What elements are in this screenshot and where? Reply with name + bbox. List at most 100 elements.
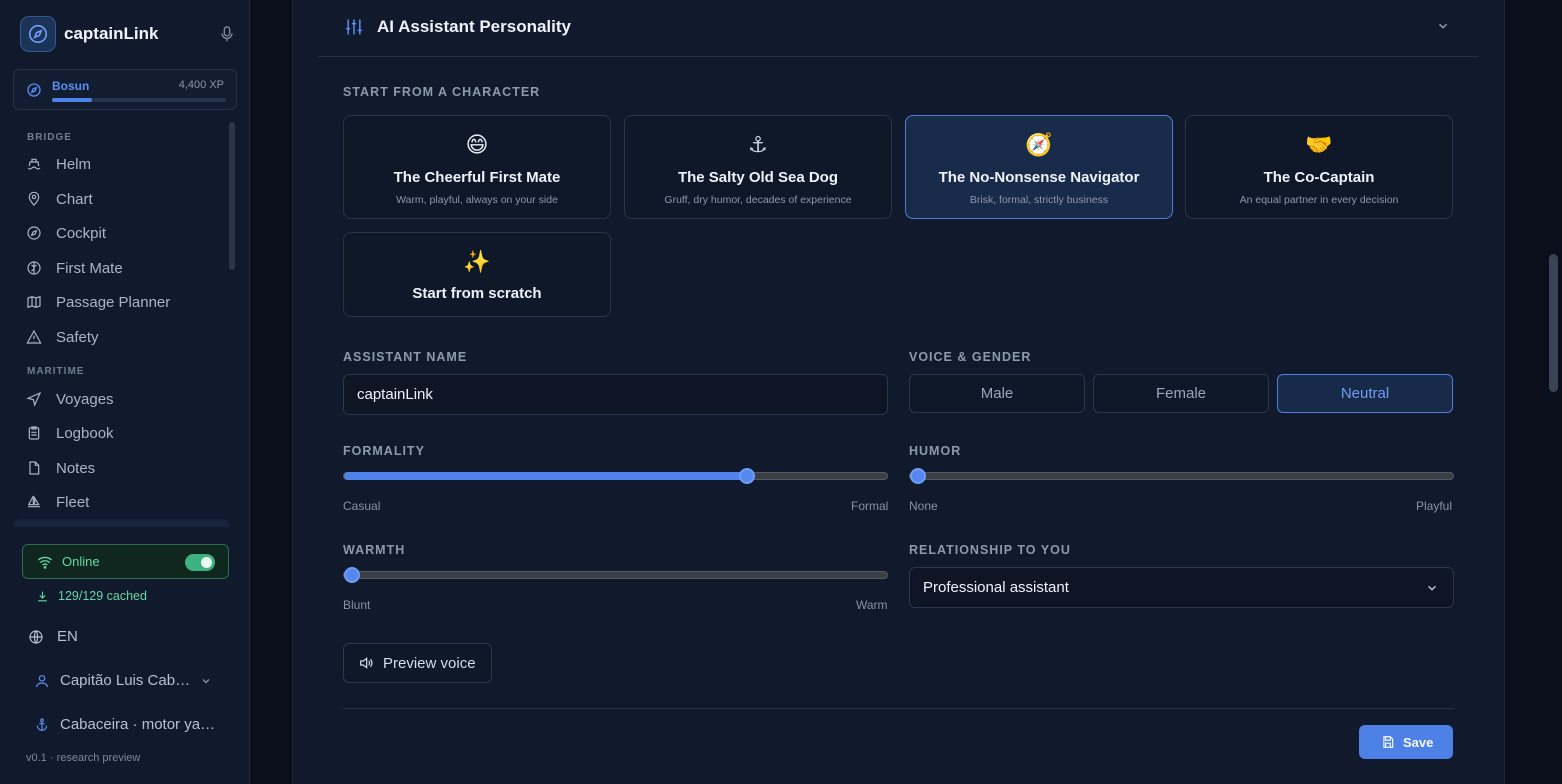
voice-option-female[interactable]: Female bbox=[1093, 374, 1269, 413]
user-icon bbox=[36, 674, 48, 687]
sidebar-nav: BRIDGE Helm Chart Cockpit First Mate Pas… bbox=[0, 122, 236, 526]
save-label: Save bbox=[1403, 734, 1434, 750]
sidebar-scrollbar[interactable] bbox=[229, 122, 235, 270]
online-toggle[interactable] bbox=[185, 554, 215, 571]
formality-label: FORMALITY bbox=[343, 444, 425, 458]
handshake-emoji-icon: 🤝 bbox=[1305, 132, 1333, 157]
character-card-cheerful-first-mate[interactable]: 😄 The Cheerful First Mate Warm, playful,… bbox=[343, 115, 611, 219]
slider-thumb[interactable] bbox=[910, 468, 926, 484]
save-icon bbox=[1383, 736, 1394, 748]
microphone-icon[interactable] bbox=[218, 25, 236, 43]
sidebar-item-voyages[interactable]: Voyages bbox=[20, 383, 226, 415]
character-card-salty-old-sea-dog[interactable]: ⚓ The Salty Old Sea Dog Gruff, dry humor… bbox=[624, 115, 892, 219]
warmth-min-label: Blunt bbox=[343, 598, 371, 612]
clipboard-icon bbox=[28, 426, 40, 440]
map-icon bbox=[27, 295, 41, 309]
character-title: The Cheerful First Mate bbox=[393, 169, 561, 186]
character-title: The Co-Captain bbox=[1263, 169, 1375, 186]
user-menu[interactable]: Capitão Luis Cabaceira bbox=[34, 672, 224, 689]
warmth-slider[interactable] bbox=[343, 567, 888, 583]
cache-status: 129/129 cached bbox=[36, 589, 147, 603]
character-card-co-captain[interactable]: 🤝 The Co-Captain An equal partner in eve… bbox=[1185, 115, 1453, 219]
warmth-max-label: Warm bbox=[856, 598, 888, 612]
sidebar-item-chart[interactable]: Chart bbox=[20, 183, 226, 215]
section-label-bridge: BRIDGE bbox=[27, 132, 72, 143]
character-card-no-nonsense-navigator[interactable]: 🧭 The No-Nonsense Navigator Brisk, forma… bbox=[905, 115, 1173, 219]
character-card-start-from-scratch[interactable]: ✨ Start from scratch bbox=[343, 232, 611, 317]
navigation-icon bbox=[26, 391, 42, 407]
divider bbox=[343, 708, 1454, 709]
compass-logo-icon bbox=[20, 16, 56, 52]
compass-icon bbox=[27, 226, 41, 240]
relationship-value: Professional assistant bbox=[923, 579, 1069, 596]
ship-wheel-icon bbox=[27, 158, 41, 170]
sidebar-item-cockpit[interactable]: Cockpit bbox=[20, 217, 226, 249]
panel-header[interactable]: AI Assistant Personality bbox=[318, 0, 1478, 57]
sparkles-emoji-icon: ✨ bbox=[463, 249, 491, 274]
file-icon bbox=[29, 461, 40, 475]
rank-card[interactable]: Bosun 4,400 XP bbox=[13, 69, 237, 110]
sidebar-item-first-mate[interactable]: First Mate bbox=[20, 252, 226, 284]
preview-voice-button[interactable]: Preview voice bbox=[343, 643, 492, 683]
sidebar-item-fleet[interactable]: Fleet bbox=[20, 486, 226, 518]
online-label: Online bbox=[62, 554, 100, 569]
map-pin-icon bbox=[28, 191, 40, 206]
rank-xp: 4,400 XP bbox=[178, 79, 224, 91]
humor-slider[interactable] bbox=[909, 468, 1454, 484]
character-title: The Salty Old Sea Dog bbox=[677, 169, 839, 186]
chevron-down-icon[interactable] bbox=[1436, 19, 1450, 33]
slider-thumb[interactable] bbox=[344, 567, 360, 583]
sidebar-item-partial bbox=[14, 519, 229, 527]
relationship-label: RELATIONSHIP TO YOU bbox=[909, 543, 1071, 557]
vessel-selector[interactable]: Cabaceira · motor yacht bbox=[34, 716, 224, 733]
chevron-down-icon bbox=[1428, 585, 1436, 591]
panel-title: AI Assistant Personality bbox=[377, 17, 571, 36]
language-label: EN bbox=[57, 628, 78, 645]
relationship-select[interactable]: Professional assistant bbox=[909, 567, 1454, 608]
vessel-name: Cabaceira · motor yacht bbox=[60, 716, 218, 733]
sidebar: captainLink Bosun 4,400 XP BRIDGE Helm C… bbox=[0, 0, 250, 784]
character-subtitle: An equal partner in every decision bbox=[1239, 194, 1399, 206]
rank-name: Bosun bbox=[52, 79, 90, 93]
assistant-name-label: ASSISTANT NAME bbox=[343, 350, 468, 364]
character-section-label: START FROM A CHARACTER bbox=[343, 85, 541, 99]
sailboat-icon bbox=[27, 495, 40, 508]
compass-icon bbox=[27, 83, 41, 97]
sidebar-item-logbook[interactable]: Logbook bbox=[20, 417, 226, 449]
preview-voice-label: Preview voice bbox=[383, 654, 476, 672]
sidebar-item-safety[interactable]: Safety bbox=[20, 321, 226, 353]
voice-option-male[interactable]: Male bbox=[909, 374, 1085, 413]
brain-icon bbox=[27, 261, 41, 275]
sidebar-item-passage-planner[interactable]: Passage Planner bbox=[20, 286, 226, 318]
user-name: Capitão Luis Cabaceira bbox=[60, 672, 192, 689]
save-button[interactable]: Save bbox=[1359, 725, 1453, 759]
formality-max-label: Formal bbox=[851, 499, 889, 513]
humor-max-label: Playful bbox=[1416, 499, 1453, 513]
assistant-name-input[interactable]: captainLink bbox=[343, 374, 888, 415]
sliders-icon bbox=[346, 19, 362, 35]
character-title: The No-Nonsense Navigator bbox=[938, 169, 1140, 186]
brand: captainLink bbox=[20, 16, 236, 52]
version-label: v0.1 · research preview bbox=[26, 752, 141, 764]
formality-slider[interactable] bbox=[343, 468, 888, 484]
online-status: Online bbox=[22, 544, 229, 579]
character-subtitle: Brisk, formal, strictly business bbox=[969, 194, 1109, 206]
smile-emoji-icon: 😄 bbox=[465, 132, 489, 157]
sidebar-item-helm[interactable]: Helm bbox=[20, 148, 226, 180]
download-icon bbox=[38, 591, 47, 601]
character-subtitle: Warm, playful, always on your side bbox=[396, 194, 558, 206]
app-name: captainLink bbox=[64, 24, 159, 43]
language-selector[interactable]: EN bbox=[28, 628, 78, 645]
page-scrollbar[interactable] bbox=[1549, 254, 1558, 392]
sidebar-item-notes[interactable]: Notes bbox=[20, 452, 226, 484]
anchor-emoji-icon: ⚓ bbox=[748, 132, 768, 157]
formality-min-label: Casual bbox=[343, 499, 381, 513]
compass-emoji-icon: 🧭 bbox=[1025, 132, 1053, 157]
warmth-label: WARMTH bbox=[343, 543, 406, 557]
voice-gender-label: VOICE & GENDER bbox=[909, 350, 1032, 364]
warning-icon bbox=[26, 329, 42, 344]
rank-progress-bar bbox=[52, 98, 226, 102]
humor-min-label: None bbox=[909, 499, 938, 513]
voice-option-neutral[interactable]: Neutral bbox=[1277, 374, 1453, 413]
humor-label: HUMOR bbox=[909, 444, 962, 458]
